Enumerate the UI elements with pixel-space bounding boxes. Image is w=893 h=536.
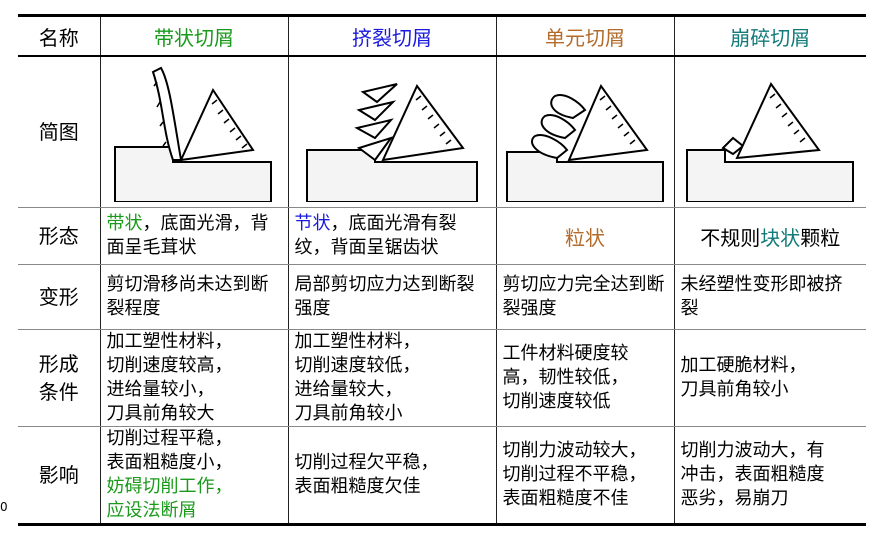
- condition-ribbon-chip: 加工塑性材料， 切削速度较高， 进给量较小， 刀具前角较大: [99, 329, 289, 427]
- condition-row: 形成条件 加工塑性材料， 切削速度较高， 进给量较小， 刀具前角较大 加工塑性材…: [18, 329, 866, 427]
- condition-head-b: 条件: [38, 380, 79, 404]
- effect-line: 冲击，表面粗糙度: [680, 464, 825, 485]
- form-extruded-chip: 节状，底面光滑有裂纹，背面呈锯齿状: [287, 207, 497, 265]
- header-extruded-chip: 挤裂切屑: [287, 14, 497, 57]
- form-ribbon-highlight: 带状: [106, 213, 143, 234]
- form-broken-chip: 不规则块状颗粒: [673, 207, 866, 265]
- diagram-broken-chip: [673, 56, 866, 208]
- form-broken-text-a: 不规则: [700, 225, 761, 250]
- effect-line: 切削过程平稳，: [106, 428, 233, 449]
- effect-line: 切削过程欠平稳，: [294, 452, 439, 473]
- condition-unit-chip: 工件材料硬度较 高，韧性较低， 切削速度较低: [495, 329, 675, 427]
- deform-extruded-chip: 局部剪切应力达到断裂强度: [287, 264, 497, 330]
- effect-line: 表面粗糙度小，: [106, 452, 233, 473]
- deform-unit-chip: 剪切应力完全达到断裂强度: [495, 264, 675, 330]
- header-unit-chip: 单元切屑: [495, 14, 675, 57]
- header-broken-chip: 崩碎切屑: [673, 14, 866, 57]
- form-row: 形态 带状，底面光滑，背面呈毛茸状 节状，底面光滑有裂纹，背面呈锯齿状 粒状 不…: [18, 207, 866, 265]
- condition-line: 工件材料硬度较: [502, 343, 629, 364]
- header-row: 名称 带状切屑 挤裂切屑 单元切屑 崩碎切屑: [18, 14, 866, 57]
- condition-line: 刀具前角较小: [680, 379, 789, 400]
- deform-row: 变形 剪切滑移尚未达到断裂程度 局部剪切应力达到断裂强度 剪切应力完全达到断裂强…: [18, 264, 866, 330]
- effect-unit-chip: 切削力波动较大， 切削过程不平稳， 表面粗糙度不佳: [495, 426, 675, 526]
- ribbon-chip-sketch: [114, 66, 272, 202]
- effect-line-highlight: 应设法断屑: [106, 500, 197, 521]
- form-broken-text-b: 颗粒: [800, 225, 841, 250]
- form-broken-highlight: 块状: [760, 225, 801, 250]
- header-name: 名称: [18, 14, 101, 57]
- condition-line: 刀具前角较大: [106, 403, 215, 424]
- effect-ribbon-chip: 切削过程平稳， 表面粗糙度小， 妨碍切削工作， 应设法断屑: [99, 426, 289, 526]
- condition-line: 切削速度较低: [502, 391, 611, 412]
- form-ribbon-chip: 带状，底面光滑，背面呈毛茸状: [99, 207, 289, 265]
- condition-line: 切削速度较低，: [294, 355, 421, 376]
- effect-row-head: 影响: [18, 426, 101, 526]
- header-ribbon-chip: 带状切屑: [99, 14, 289, 57]
- extruded-chip-sketch: [305, 83, 478, 202]
- condition-line: 进给量较大，: [294, 379, 403, 400]
- condition-broken-chip: 加工硬脆材料， 刀具前角较小: [673, 329, 866, 427]
- effect-line: 切削力波动较大，: [502, 440, 647, 461]
- effect-line: 表面粗糙度欠佳: [294, 476, 421, 497]
- effect-extruded-chip: 切削过程欠平稳， 表面粗糙度欠佳: [287, 426, 497, 526]
- condition-line: 进给量较小，: [106, 379, 215, 400]
- condition-extruded-chip: 加工塑性材料， 切削速度较低， 进给量较大， 刀具前角较小: [287, 329, 497, 427]
- condition-line: 加工塑性材料，: [106, 331, 233, 352]
- unit-chip-sketch: [506, 83, 664, 202]
- diagram-ribbon-chip: [99, 56, 289, 208]
- form-unit-chip: 粒状: [495, 207, 675, 265]
- diagram-row-head: 简图: [18, 56, 101, 208]
- condition-line: 刀具前角较小: [294, 403, 403, 424]
- condition-line: 高，韧性较低，: [502, 367, 629, 388]
- diagram-extruded-chip: [287, 56, 497, 208]
- effect-broken-chip: 切削力波动大，有 冲击，表面粗糙度 恶劣，易崩刀: [673, 426, 866, 526]
- condition-row-head: 形成 条件: [18, 329, 101, 427]
- condition-line: 加工硬脆材料，: [680, 355, 807, 376]
- effect-row: 影响 切削过程平稳， 表面粗糙度小， 妨碍切削工作， 应设法断屑 切削过程欠平稳…: [18, 426, 866, 526]
- chip-types-table: 名称 带状切屑 挤裂切屑 单元切屑 崩碎切屑 简图 形态 带状，底面光滑，背面呈…: [18, 14, 866, 526]
- deform-row-head: 变形: [18, 264, 101, 330]
- form-extruded-highlight: 节状: [294, 213, 331, 234]
- effect-line: 切削力波动大，有: [680, 440, 825, 461]
- condition-line: 加工塑性材料，: [294, 331, 421, 352]
- condition-line: 切削速度较高，: [106, 355, 233, 376]
- deform-ribbon-chip: 剪切滑移尚未达到断裂程度: [99, 264, 289, 330]
- effect-line: 表面粗糙度不佳: [502, 488, 629, 509]
- broken-chip-sketch: [686, 82, 855, 202]
- diagram-row: 简图: [18, 56, 866, 208]
- effect-line: 恶劣，易崩刀: [680, 488, 789, 509]
- stray-text: 0: [0, 500, 8, 514]
- effect-line: 切削过程不平稳，: [502, 464, 647, 485]
- condition-head-a: 形成: [38, 352, 79, 376]
- deform-broken-chip: 未经塑性变形即被挤裂: [673, 264, 866, 330]
- effect-line-highlight: 妨碍切削工作，: [106, 476, 233, 497]
- diagram-unit-chip: [495, 56, 675, 208]
- form-row-head: 形态: [18, 207, 101, 265]
